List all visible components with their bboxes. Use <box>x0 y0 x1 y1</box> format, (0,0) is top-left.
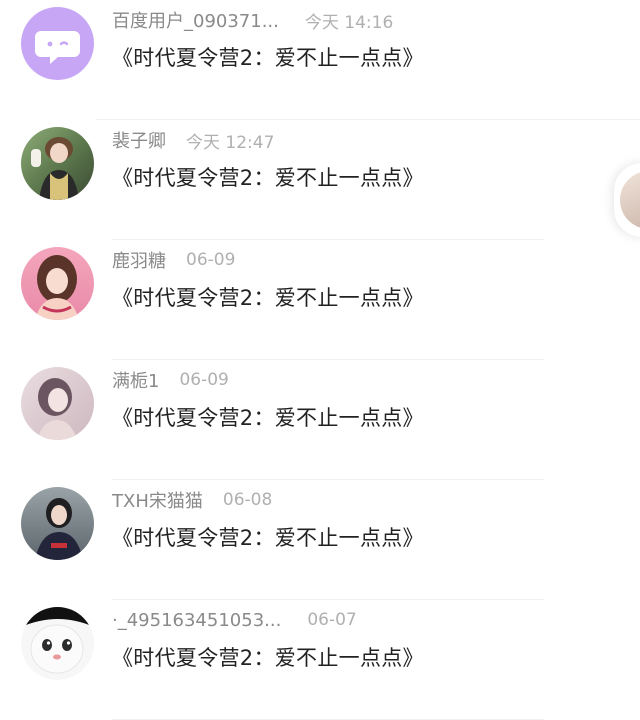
avatar[interactable] <box>21 487 94 560</box>
avatar[interactable] <box>21 7 94 80</box>
message-preview: 《时代夏令营2：爱不止一点点》 <box>112 166 424 190</box>
sender-name: 百度用户_090371... <box>112 11 279 32</box>
message-preview: 《时代夏令营2：爱不止一点点》 <box>112 46 424 70</box>
sender-name: 裴子卿 <box>112 131 166 152</box>
user-photo-icon <box>21 487 94 560</box>
chat-bubble-avatar-icon <box>21 7 94 80</box>
conversation-item[interactable]: 裴子卿 今天 12:47 《时代夏令营2：爱不止一点点》 <box>0 120 640 240</box>
message-preview: 《时代夏令营2：爱不止一点点》 <box>112 286 424 310</box>
conversation-item[interactable]: 百度用户_090371... 今天 14:16 《时代夏令营2：爱不止一点点》 <box>0 0 640 120</box>
avatar[interactable] <box>21 247 94 320</box>
timestamp: 06-08 <box>222 490 273 510</box>
conversation-item[interactable]: ·_495163451053... 06-07 《时代夏令营2：爱不止一点点》 <box>0 600 640 720</box>
avatar[interactable] <box>21 127 94 200</box>
sender-name: TXH宋猫猫 <box>112 491 203 512</box>
user-photo-icon <box>21 367 94 440</box>
timestamp: 06-09 <box>186 250 236 270</box>
timestamp: 今天 12:47 <box>186 132 275 153</box>
sender-name: ·_495163451053... <box>112 609 282 631</box>
timestamp: 今天 14:16 <box>304 12 394 33</box>
message-preview: 《时代夏令营2：爱不止一点点》 <box>112 526 424 550</box>
user-photo-icon <box>21 127 94 200</box>
timestamp: 06-09 <box>179 370 229 390</box>
user-photo-icon <box>21 247 94 320</box>
cartoon-face-icon <box>21 607 94 680</box>
conversation-item[interactable]: 满栀1 06-09 《时代夏令营2：爱不止一点点》 <box>0 360 640 480</box>
sender-name: 鹿羽糖 <box>112 251 166 272</box>
conversation-item[interactable]: 鹿羽糖 06-09 《时代夏令营2：爱不止一点点》 <box>0 240 640 360</box>
timestamp: 06-07 <box>307 610 357 630</box>
floating-avatar-icon <box>620 171 640 229</box>
message-preview: 《时代夏令营2：爱不止一点点》 <box>112 406 424 430</box>
avatar[interactable] <box>21 367 94 440</box>
message-preview: 《时代夏令营2：爱不止一点点》 <box>112 646 424 670</box>
sender-name: 满栀1 <box>112 371 160 392</box>
conversation-item[interactable]: TXH宋猫猫 06-08 《时代夏令营2：爱不止一点点》 <box>0 480 640 600</box>
avatar[interactable] <box>21 607 94 680</box>
